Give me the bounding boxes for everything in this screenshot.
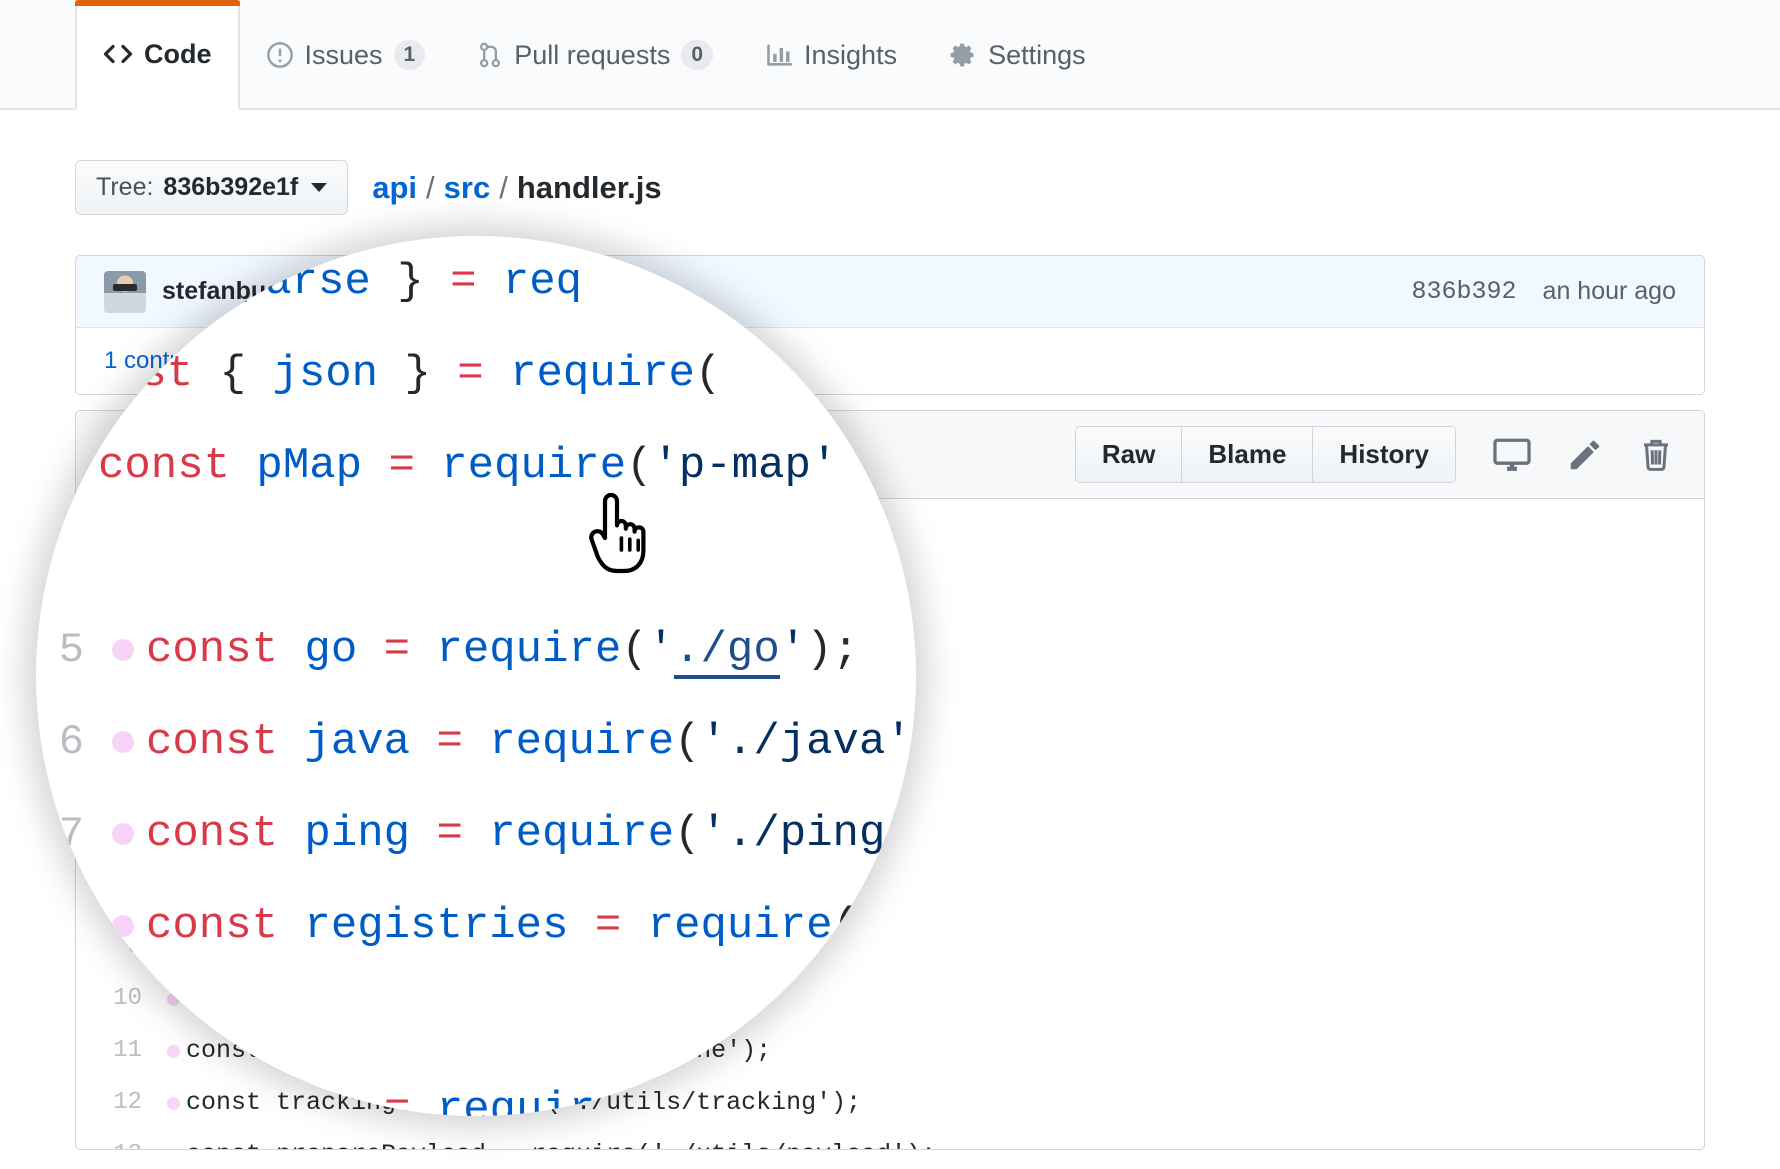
breadcrumb-separator-2: /	[490, 170, 517, 206]
magnified-line-content: const java = require('./java');	[146, 696, 916, 788]
magnified-line: { parse } = req	[36, 236, 916, 328]
magnified-line	[36, 512, 916, 604]
line-number: 7	[36, 788, 100, 880]
magnified-line: 8 const registries = require('./re	[36, 880, 916, 972]
raw-button[interactable]: Raw	[1076, 427, 1182, 482]
breadcrumb-segment-src[interactable]: src	[444, 170, 491, 206]
issue-opened-icon	[266, 41, 294, 69]
tab-pull-requests[interactable]: Pull requests 0	[451, 0, 739, 110]
code-line: 13 const preparePayload = require('./util…	[76, 1129, 1704, 1150]
breadcrumb: api / src / handler.js	[372, 170, 661, 206]
magnified-line-content: const go = require('./go');	[146, 604, 859, 696]
file-view-button-group: Raw Blame History	[1075, 426, 1456, 483]
file-header-row: Tree: 836b392e1f api / src / handler.js	[75, 160, 662, 215]
pencil-icon[interactable]	[1566, 436, 1604, 474]
line-number: 6	[36, 696, 100, 788]
magnified-line-content: const ping = require('./ping');	[146, 788, 916, 880]
pull-requests-count-badge: 0	[681, 40, 713, 69]
magnified-line-content: const registries = require('./re	[146, 880, 916, 972]
tab-issues[interactable]: Issues 1	[240, 0, 452, 110]
line-number: 9	[36, 972, 100, 1064]
breadcrumb-segment-api[interactable]: api	[372, 170, 417, 206]
github-file-view-page: Code Issues 1 Pull requests 0	[0, 0, 1780, 1169]
magnified-line: 6 const java = require('./java');	[36, 696, 916, 788]
tab-settings-label: Settings	[988, 40, 1086, 71]
magnified-line: const log = require('./utils/lo	[36, 1064, 916, 1116]
graph-icon	[765, 42, 793, 68]
line-content: const preparePayload = require('./utils/…	[186, 1129, 936, 1150]
gear-icon	[949, 41, 977, 69]
tab-issues-label: Issues	[305, 40, 383, 71]
tab-insights[interactable]: Insights	[739, 0, 923, 110]
magnified-line-content: const log = require('./utils/lo	[120, 1064, 916, 1116]
magnified-line: 9	[36, 972, 916, 1064]
code-icon	[103, 41, 133, 67]
repository-tabnav: Code Issues 1 Pull requests 0	[0, 0, 1780, 110]
line-marker	[100, 915, 146, 937]
desktop-download-icon[interactable]	[1492, 437, 1532, 473]
line-number: 8	[36, 880, 100, 972]
magnified-line: 7 const ping = require('./ping');	[36, 788, 916, 880]
tab-pull-requests-label: Pull requests	[514, 40, 670, 71]
tab-settings[interactable]: Settings	[923, 0, 1112, 110]
line-marker	[100, 731, 146, 753]
line-number: 13	[76, 1129, 160, 1150]
chevron-down-icon	[311, 183, 327, 192]
tab-code-label: Code	[144, 39, 212, 70]
magnified-line: nst { json } = require(	[36, 328, 916, 420]
commit-timestamp: an hour ago	[1543, 277, 1676, 306]
magnified-line-content: const pMap = require('p-map'	[98, 420, 837, 512]
breadcrumb-filename: handler.js	[517, 170, 662, 206]
commit-sha[interactable]: 836b392	[1412, 277, 1517, 306]
file-icon-actions	[1492, 436, 1674, 474]
line-marker	[160, 1149, 186, 1151]
magnified-line: 5 const go = require('./go');	[36, 604, 916, 696]
line-marker	[74, 1099, 120, 1116]
magnified-line-content: { parse } = req	[186, 236, 582, 328]
magnifier-lens: { parse } = req nst { json } = require( …	[36, 236, 916, 1116]
line-marker	[100, 639, 146, 661]
magnified-line-content: nst { json } = require(	[114, 328, 721, 420]
magnified-line: const pMap = require('p-map'	[36, 420, 916, 512]
line-number: 5	[36, 604, 100, 696]
tree-button-sha: 836b392e1f	[163, 173, 298, 202]
git-pull-request-icon	[477, 41, 503, 69]
issues-count-badge: 1	[394, 40, 426, 69]
breadcrumb-separator-1: /	[417, 170, 444, 206]
tab-code[interactable]: Code	[75, 0, 240, 110]
magnified-code: { parse } = req nst { json } = require( …	[36, 236, 916, 1116]
tree-button-label: Tree:	[96, 173, 153, 202]
tree-branch-button[interactable]: Tree: 836b392e1f	[75, 160, 348, 215]
blame-button[interactable]: Blame	[1182, 427, 1313, 482]
history-button[interactable]: History	[1313, 427, 1455, 482]
trash-icon[interactable]	[1638, 436, 1674, 474]
line-marker	[100, 823, 146, 845]
tab-insights-label: Insights	[804, 40, 897, 71]
